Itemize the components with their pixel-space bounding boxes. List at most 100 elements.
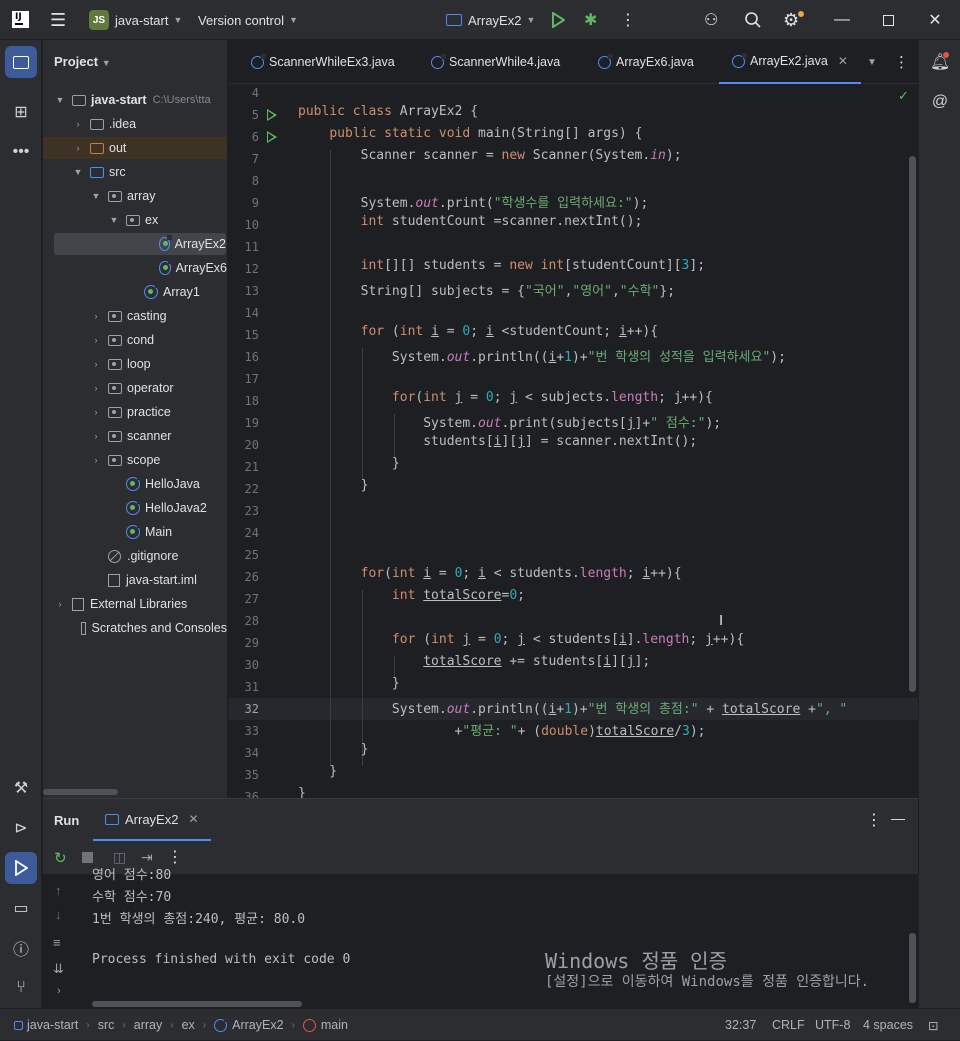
chevron-right-icon[interactable]: › xyxy=(90,407,102,417)
line-number[interactable]: 15 xyxy=(229,328,259,342)
line-number[interactable]: 4 xyxy=(229,86,259,100)
chevron-right-icon[interactable]: › xyxy=(90,455,102,465)
close-window-button[interactable]: ✕ xyxy=(912,0,958,40)
editor-scrollbar[interactable] xyxy=(909,156,916,692)
tree-item-scope[interactable]: › scope xyxy=(43,449,227,471)
tab-scannerwhile4[interactable]: ScannerWhile4.java xyxy=(431,40,560,84)
tab-more-button[interactable]: ⋮ xyxy=(894,40,909,84)
line-number[interactable]: 9 xyxy=(229,196,259,210)
run-gutter-icon[interactable] xyxy=(267,109,277,121)
line-number[interactable]: 5 xyxy=(229,108,259,122)
tab-list-button[interactable]: ▼ xyxy=(867,40,877,84)
terminal-tool-button[interactable]: ▭ xyxy=(5,892,37,924)
tree-item-java-start-iml[interactable]: java-start.iml xyxy=(43,569,227,591)
tree-item-out[interactable]: › out xyxy=(43,137,227,159)
structure-tool-button[interactable]: ⊞ xyxy=(5,96,37,128)
close-tab-icon[interactable]: ✕ xyxy=(188,812,198,826)
git-tool-button[interactable]: ⑂ xyxy=(5,972,37,1004)
main-menu-button[interactable]: ☰ xyxy=(50,0,66,40)
line-number[interactable]: 17 xyxy=(229,372,259,386)
close-tab-icon[interactable]: ✕ xyxy=(838,54,848,68)
ai-assistant-button[interactable]: @ xyxy=(924,86,956,118)
project-tool-button[interactable] xyxy=(5,46,37,78)
tree-item-loop[interactable]: › loop xyxy=(43,353,227,375)
line-number[interactable]: 27 xyxy=(229,592,259,606)
search-everywhere-button[interactable] xyxy=(744,0,762,40)
project-scrollbar[interactable] xyxy=(43,789,118,795)
tree-item-operator[interactable]: › operator xyxy=(43,377,227,399)
more-tools-button[interactable]: ••• xyxy=(5,136,37,168)
chevron-right-icon[interactable]: › xyxy=(54,599,66,609)
line-number[interactable]: 32 xyxy=(229,702,259,716)
console-output[interactable]: 영어 점수:80 수학 점수:70 1번 학생의 총점:240, 평균: 80.… xyxy=(92,868,918,1009)
line-number[interactable]: 35 xyxy=(229,768,259,782)
minimize-button[interactable]: — xyxy=(819,0,865,40)
tree-item-scanner[interactable]: › scanner xyxy=(43,425,227,447)
line-number[interactable]: 28 xyxy=(229,614,259,628)
line-number[interactable]: 22 xyxy=(229,482,259,496)
run-tool-button[interactable] xyxy=(5,852,37,884)
line-number[interactable]: 13 xyxy=(229,284,259,298)
line-number[interactable]: 20 xyxy=(229,438,259,452)
project-panel-title[interactable]: Project ▼ xyxy=(54,54,111,69)
breadcrumb-item[interactable]: array xyxy=(134,1018,162,1032)
line-number[interactable]: 10 xyxy=(229,218,259,232)
stop-icon[interactable] xyxy=(82,852,93,863)
tree-item-casting[interactable]: › casting xyxy=(43,305,227,327)
scroll-to-end-icon[interactable]: ⇊ xyxy=(53,961,64,977)
line-number[interactable]: 29 xyxy=(229,636,259,650)
tree-item-src[interactable]: ▼ src xyxy=(43,161,227,183)
breadcrumb-item[interactable]: ex xyxy=(182,1018,195,1032)
settings-button[interactable]: ⚙ xyxy=(783,0,804,40)
chevron-right-icon[interactable]: › xyxy=(90,311,102,321)
maximize-button[interactable] xyxy=(865,0,911,40)
line-number[interactable]: 24 xyxy=(229,526,259,540)
tree-item-arrayex2[interactable]: ArrayEx2 xyxy=(54,233,226,255)
indent-setting[interactable]: 4 spaces xyxy=(863,1009,913,1041)
tree-item-arrayex6[interactable]: ArrayEx6 xyxy=(43,257,227,279)
run-config-selector[interactable]: ArrayEx2 ▼ xyxy=(446,0,535,40)
rerun-icon[interactable]: ↻ xyxy=(54,849,67,867)
tree-item-external-libraries[interactable]: › External Libraries xyxy=(43,593,227,615)
line-number[interactable]: 7 xyxy=(229,152,259,166)
line-number[interactable]: 8 xyxy=(229,174,259,188)
tab-scannerwhileex3[interactable]: ScannerWhileEx3.java xyxy=(251,40,395,84)
tree-item-ex[interactable]: ▼ ex xyxy=(43,209,227,231)
line-number[interactable]: 25 xyxy=(229,548,259,562)
chevron-right-icon[interactable]: › xyxy=(57,985,61,997)
code-editor[interactable]: 4 5 6 7 8 9 10 11 12 13 14 15 16 17 18 19 20 21 22 23 24 25 26… xyxy=(229,84,918,798)
chevron-down-icon[interactable]: ▼ xyxy=(108,215,120,225)
tree-item-idea[interactable]: › .idea xyxy=(43,113,227,135)
notifications-button[interactable]: 🔔︎ xyxy=(924,46,956,78)
more-vertical-icon[interactable]: ⋮ xyxy=(866,810,882,830)
run-tab-arrayex2[interactable]: ArrayEx2 ✕ xyxy=(93,799,211,841)
tab-arrayex6[interactable]: ArrayEx6.java xyxy=(598,40,694,84)
file-encoding[interactable]: UTF-8 xyxy=(815,1009,850,1041)
minimize-panel-icon[interactable]: — xyxy=(891,810,905,826)
caret-position[interactable]: 32:37 xyxy=(725,1009,756,1041)
chevron-right-icon[interactable]: › xyxy=(72,143,84,153)
line-number[interactable]: 23 xyxy=(229,504,259,518)
problems-tool-button[interactable]: ⓘ xyxy=(5,932,37,964)
line-number[interactable]: 33 xyxy=(229,724,259,738)
debug-button[interactable]: ✱ xyxy=(584,0,597,40)
arrow-up-icon[interactable]: ↑ xyxy=(55,883,62,898)
line-number[interactable]: 18 xyxy=(229,394,259,408)
tree-item-array[interactable]: ▼ array xyxy=(43,185,227,207)
tree-item-hellojava2[interactable]: HelloJava2 xyxy=(43,497,227,519)
code-with-me-button[interactable]: ⚇ xyxy=(704,0,718,40)
run-gutter-icon[interactable] xyxy=(267,131,277,143)
tree-item-main[interactable]: Main xyxy=(43,521,227,543)
tree-item-cond[interactable]: › cond xyxy=(43,329,227,351)
chevron-right-icon[interactable]: › xyxy=(90,335,102,345)
tab-arrayex2[interactable]: ArrayEx2.java ✕ xyxy=(719,40,861,84)
breadcrumb-item[interactable]: src xyxy=(98,1018,115,1032)
line-separator[interactable]: CRLF xyxy=(772,1009,805,1041)
line-number[interactable]: 21 xyxy=(229,460,259,474)
tree-item-gitignore[interactable]: .gitignore xyxy=(43,545,227,567)
services-tool-button[interactable]: ⊳ xyxy=(5,812,37,844)
line-number[interactable]: 30 xyxy=(229,658,259,672)
run-button[interactable] xyxy=(551,0,565,40)
tree-item-practice[interactable]: › practice xyxy=(43,401,227,423)
line-number[interactable]: 31 xyxy=(229,680,259,694)
